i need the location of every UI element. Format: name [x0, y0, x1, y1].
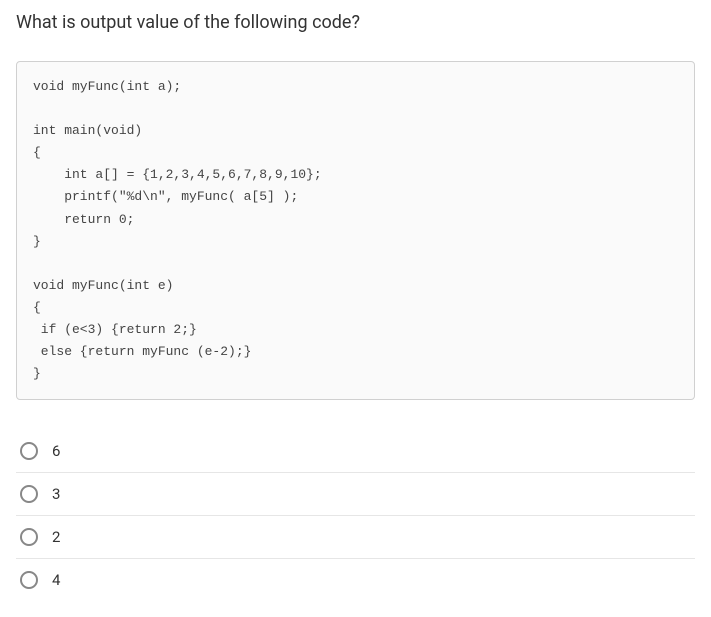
radio-icon — [20, 442, 38, 460]
option-0[interactable]: 6 — [16, 430, 695, 472]
option-3[interactable]: 4 — [16, 558, 695, 601]
option-label: 4 — [52, 571, 60, 589]
option-label: 6 — [52, 442, 60, 460]
radio-icon — [20, 485, 38, 503]
radio-icon — [20, 571, 38, 589]
option-1[interactable]: 3 — [16, 472, 695, 515]
code-block: void myFunc(int a); int main(void) { int… — [16, 61, 695, 400]
question-title: What is output value of the following co… — [16, 12, 695, 33]
option-label: 3 — [52, 485, 60, 503]
option-label: 2 — [52, 528, 60, 546]
radio-icon — [20, 528, 38, 546]
option-2[interactable]: 2 — [16, 515, 695, 558]
answer-options: 6 3 2 4 — [16, 430, 695, 601]
